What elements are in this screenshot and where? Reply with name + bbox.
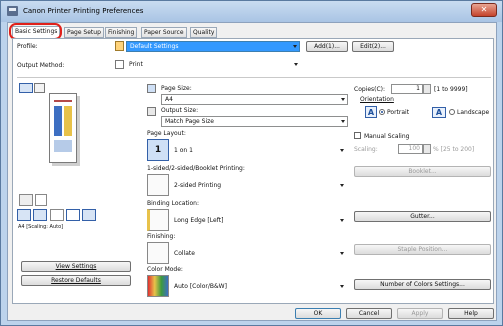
landscape-radio[interactable] <box>449 109 455 115</box>
sided-value: 2-sided Printing <box>174 182 222 189</box>
ok-button[interactable]: OK <box>295 308 341 319</box>
color-mode-icon <box>147 275 169 297</box>
printer-device-icon <box>19 194 33 206</box>
profile-select[interactable]: Default Settings <box>126 41 300 52</box>
view-settings-label: View Settings <box>55 263 97 270</box>
sided-select[interactable]: 2-sided Printing <box>147 174 348 196</box>
landscape-label: Landscape <box>457 109 490 116</box>
layout-icon-1 <box>17 209 31 221</box>
profile-icon <box>115 41 124 51</box>
output-method-label: Output Method: <box>17 62 65 69</box>
tab-finishing[interactable]: Finishing <box>105 27 138 38</box>
header-separator <box>17 77 491 78</box>
finishing-value: Collate <box>174 250 195 257</box>
gutter-button[interactable]: Gutter... <box>354 211 491 222</box>
collate-icon <box>147 242 169 264</box>
binding-select[interactable]: Long Edge [Left] <box>147 209 348 231</box>
scaling-input[interactable]: 100 <box>398 144 423 154</box>
printer-icon <box>7 6 18 16</box>
portrait-icon: A <box>365 106 377 118</box>
layout-icon-2 <box>33 209 47 221</box>
paper-icon <box>35 194 47 206</box>
portrait-radio[interactable] <box>379 109 385 115</box>
add-profile-button[interactable]: Add(1)... <box>306 41 348 52</box>
staple-position-button[interactable]: Staple Position... <box>354 244 491 255</box>
page-layout-value: 1 on 1 <box>174 147 193 154</box>
scaling-range: % [25 to 200] <box>433 146 475 153</box>
preview-toggle-icon[interactable] <box>19 83 33 93</box>
copies-spinner[interactable] <box>423 84 431 94</box>
preview-caption: A4 [Scaling: Auto] <box>18 224 64 230</box>
page-preview-image <box>49 93 77 163</box>
manual-scaling-label: Manual Scaling <box>364 133 410 140</box>
edit-profile-button[interactable]: Edit(2)... <box>352 41 394 52</box>
tab-quality[interactable]: Quality <box>190 27 218 38</box>
two-sided-icon <box>147 174 169 196</box>
copies-range: [1 to 9999] <box>434 86 468 93</box>
color-mode-value: Auto [Color/B&W] <box>174 283 227 290</box>
layout-icon-4 <box>66 209 80 221</box>
output-method-select[interactable]: Print <box>126 60 300 71</box>
scaling-label: Scaling: <box>354 146 378 153</box>
help-button[interactable]: Help <box>448 308 494 319</box>
apply-button[interactable]: Apply <box>397 308 443 319</box>
output-size-label: Output Size: <box>161 107 199 114</box>
print-method-icon <box>115 60 124 69</box>
manual-scaling-checkbox[interactable] <box>354 132 361 139</box>
landscape-icon: A <box>432 107 446 118</box>
basic-settings-panel: Profile: Default Settings Add(1)... Edit… <box>12 38 494 304</box>
restore-defaults-button[interactable]: Restore Defaults <box>21 275 131 286</box>
number-of-colors-button[interactable]: Number of Colors Settings... <box>354 279 491 290</box>
printer-preview-icon[interactable] <box>34 83 45 93</box>
page-size-label: Page Size: <box>161 85 192 92</box>
close-button[interactable]: ✕ <box>471 3 497 17</box>
printing-preferences-window: Canon Printer Printing Preferences ✕ Bas… <box>0 0 503 326</box>
page-layout-icon: 1 <box>147 139 169 161</box>
page-layout-select[interactable]: 1 1 on 1 <box>147 139 348 161</box>
title-bar[interactable]: Canon Printer Printing Preferences ✕ <box>1 1 502 22</box>
page-size-icon <box>147 84 156 93</box>
profile-label: Profile: <box>17 43 38 50</box>
color-mode-label: Color Mode: <box>147 266 183 273</box>
page-size-select[interactable]: A4 <box>161 94 348 105</box>
window-title: Canon Printer Printing Preferences <box>23 7 144 15</box>
tab-paper-source[interactable]: Paper Source <box>141 27 187 38</box>
orientation-label: Orientation <box>360 96 394 103</box>
portrait-label: Portrait <box>387 109 410 116</box>
layout-icon-3 <box>50 209 64 221</box>
page-size-value: A4 <box>165 96 173 103</box>
output-size-value: Match Page Size <box>165 118 214 125</box>
finishing-select[interactable]: Collate <box>147 242 348 264</box>
tab-page-setup[interactable]: Page Setup <box>64 27 104 38</box>
booklet-button[interactable]: Booklet... <box>354 166 491 177</box>
cancel-button[interactable]: Cancel <box>346 308 392 319</box>
dialog-client: Basic Settings Page Setup Finishing Pape… <box>7 22 497 321</box>
color-mode-select[interactable]: Auto [Color/B&W] <box>147 275 348 297</box>
binding-label: Binding Location: <box>147 200 199 207</box>
copies-label: Copies(C): <box>354 86 386 93</box>
output-size-icon <box>147 107 156 116</box>
output-method-value: Print <box>129 61 143 68</box>
finishing-label: Finishing: <box>147 233 176 240</box>
binding-icon <box>147 209 169 231</box>
restore-defaults-label: Restore Defaults <box>51 277 101 284</box>
layout-icon-5 <box>82 209 96 221</box>
sided-label: 1-sided/2-sided/Booklet Printing: <box>147 165 245 172</box>
output-size-select[interactable]: Match Page Size <box>161 116 348 127</box>
page-layout-label: Page Layout: <box>147 130 186 137</box>
copies-input[interactable]: 1 <box>391 84 423 94</box>
scaling-spinner[interactable] <box>423 144 431 154</box>
profile-value: Default Settings <box>130 43 179 50</box>
view-settings-button[interactable]: View Settings <box>21 261 131 272</box>
binding-value: Long Edge [Left] <box>174 217 224 224</box>
